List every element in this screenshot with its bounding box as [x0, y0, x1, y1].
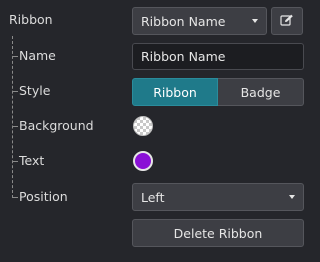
- tree-branch: [12, 126, 18, 127]
- chevron-down-icon: [289, 195, 295, 199]
- ribbon-label: Ribbon: [9, 12, 53, 27]
- background-label: Background: [19, 118, 94, 133]
- position-label: Position: [19, 189, 68, 204]
- tree-branch: [12, 91, 18, 92]
- edit-ribbon-button[interactable]: [271, 7, 303, 35]
- text-label: Text: [19, 153, 45, 168]
- name-label: Name: [19, 48, 56, 63]
- text-color-swatch[interactable]: [133, 151, 153, 171]
- tree-guide-line: [12, 36, 13, 198]
- ribbon-select-value: Ribbon Name: [141, 13, 226, 29]
- tree-branch: [12, 161, 18, 162]
- tree-branch: [12, 197, 18, 198]
- tree-branch: [12, 56, 18, 57]
- style-option-badge[interactable]: Badge: [218, 78, 304, 106]
- background-color-swatch[interactable]: [133, 116, 153, 136]
- edit-icon: [280, 14, 294, 29]
- chevron-down-icon: [252, 19, 258, 23]
- style-option-ribbon[interactable]: Ribbon: [132, 78, 218, 106]
- style-label: Style: [19, 83, 51, 98]
- ribbon-select[interactable]: Ribbon Name: [132, 7, 267, 35]
- delete-ribbon-button[interactable]: Delete Ribbon: [132, 219, 304, 247]
- position-select-value: Left: [141, 189, 165, 205]
- name-input[interactable]: [132, 43, 304, 70]
- position-select[interactable]: Left: [132, 183, 304, 211]
